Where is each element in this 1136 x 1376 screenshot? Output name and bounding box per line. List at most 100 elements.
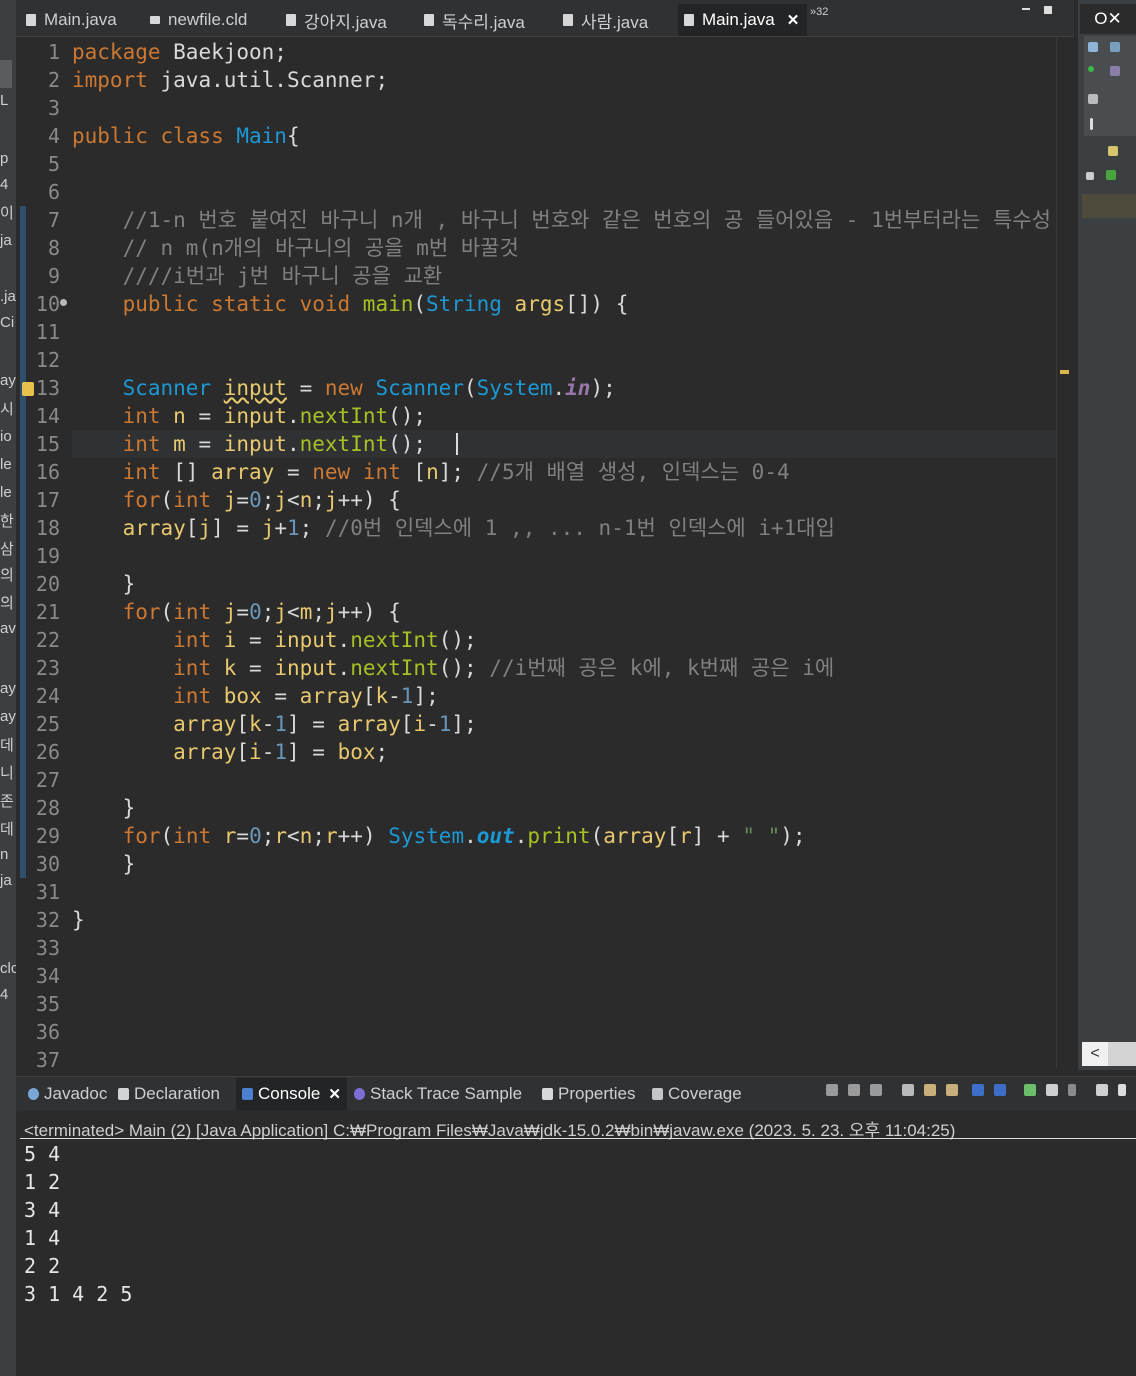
tab-coverage[interactable]: Coverage — [652, 1084, 742, 1104]
package-icon[interactable] — [1108, 146, 1118, 156]
outline-panel: O✕ < — [1076, 0, 1136, 1070]
editor-tab-eagle-java[interactable]: 독수리.java — [424, 6, 525, 34]
chevron-down-icon[interactable] — [1068, 1084, 1076, 1096]
code-line[interactable]: } — [72, 850, 136, 878]
left-panel-fragment: 4 — [0, 986, 9, 1003]
code-line[interactable]: import java.util.Scanner; — [72, 66, 388, 94]
close-icon[interactable]: ✕ — [328, 1085, 341, 1103]
code-token: input — [223, 404, 287, 428]
left-panel-fragment: av — [0, 620, 16, 637]
remove-all-icon[interactable] — [870, 1084, 882, 1096]
close-icon[interactable]: ✕ — [787, 11, 800, 29]
line-number: 33 — [35, 936, 60, 960]
link-editor-icon[interactable] — [1088, 94, 1098, 104]
code-line[interactable]: int box = array[k-1]; — [72, 682, 439, 710]
left-panel-fragment: le — [0, 456, 12, 473]
code-token: java.util.Scanner; — [160, 68, 389, 92]
code-line[interactable]: } — [72, 794, 136, 822]
code-line[interactable]: for(int j=0;j<m;j++) { — [72, 598, 401, 626]
clear-console-icon[interactable] — [902, 1084, 914, 1096]
code-line[interactable]: // n m(n개의 바구니의 공을 m번 바꿀것 — [72, 234, 519, 262]
view-menu-icon[interactable] — [1090, 118, 1093, 130]
editor-tab-main-java[interactable]: Main.java — [26, 6, 117, 34]
code-line[interactable]: int i = input.nextInt(); — [72, 626, 477, 654]
code-token: + — [274, 516, 287, 540]
warning-marker[interactable] — [1060, 370, 1069, 374]
scroll-lock-icon[interactable] — [924, 1084, 936, 1096]
expand-arrow-icon[interactable] — [1086, 172, 1094, 180]
code-line[interactable]: } — [72, 906, 85, 934]
code-line[interactable]: array[k-1] = array[i-1]; — [72, 710, 477, 738]
scroll-left-button[interactable]: < — [1082, 1042, 1108, 1066]
code-token: out — [476, 824, 515, 848]
terminate-icon[interactable] — [826, 1084, 838, 1096]
code-line[interactable]: int m = input.nextInt(); — [72, 430, 427, 458]
editor-tab-newfile-cld[interactable]: newfile.cld — [150, 6, 247, 34]
outline-tab[interactable]: O✕ — [1080, 4, 1136, 34]
show-on-output-icon[interactable] — [972, 1084, 984, 1096]
word-wrap-icon[interactable] — [946, 1084, 958, 1096]
tab-declaration[interactable]: Declaration — [118, 1084, 220, 1104]
fold-toggle-icon[interactable] — [60, 299, 67, 306]
tab-label: Console — [258, 1084, 321, 1103]
console-output-line: 3 4 — [24, 1198, 61, 1222]
public-filter-icon[interactable] — [1088, 66, 1094, 72]
class-icon[interactable] — [1106, 170, 1116, 180]
code-token: 1 — [438, 712, 452, 736]
tab-console[interactable]: Console ✕ — [236, 1078, 347, 1110]
tab-overflow-button[interactable]: »32 — [810, 6, 828, 18]
code-line[interactable]: int n = input.nextInt(); — [72, 402, 427, 430]
collapse-icon[interactable] — [1088, 42, 1098, 52]
editor-tab-main-java-active[interactable]: Main.java ✕ — [678, 4, 808, 36]
sort-icon[interactable] — [1110, 42, 1120, 52]
code-line[interactable]: for(int j=0;j<n;j++) { — [72, 486, 401, 514]
left-panel-fragment: ay — [0, 708, 16, 725]
code-token: //5개 배열 생성, 인덱스는 0-4 — [476, 460, 790, 484]
code-token: { — [286, 124, 300, 148]
pin-console-icon[interactable] — [1024, 1084, 1036, 1096]
remove-launch-icon[interactable] — [848, 1084, 860, 1096]
display-console-icon[interactable] — [1046, 1084, 1058, 1096]
line-number: 22 — [35, 628, 60, 652]
line-number: 25 — [35, 712, 60, 736]
line-number: 10 — [35, 292, 60, 316]
outline-selected-item[interactable] — [1082, 194, 1136, 218]
code-line[interactable]: public static void main(String args[]) { — [72, 290, 629, 318]
code-token: r — [325, 824, 338, 848]
code-line[interactable]: } — [72, 570, 136, 598]
code-token: new — [324, 376, 376, 400]
editor-tab-person-java[interactable]: 사람.java — [563, 6, 648, 34]
code-line[interactable]: int k = input.nextInt(); //i번째 공은 k에, k번… — [72, 654, 834, 682]
code-line[interactable]: int [] array = new int [n]; //5개 배열 생성, … — [72, 458, 790, 486]
code-line[interactable]: array[j] = j+1; //0번 인덱스에 1 ,, ... n-1번 … — [72, 514, 835, 542]
show-on-error-icon[interactable] — [994, 1084, 1006, 1096]
code-line[interactable]: package Baekjoon; — [72, 38, 287, 66]
code-line[interactable]: ////i번과 j번 바구니 공을 교환 — [72, 262, 443, 290]
code-line[interactable]: array[i-1] = box; — [72, 738, 388, 766]
console-view[interactable]: <terminated> Main (2) [Java Application]… — [20, 1110, 1136, 1376]
left-panel-fragment: ay — [0, 680, 16, 697]
code-line[interactable]: public class Main{ — [72, 122, 300, 150]
maximize-icon[interactable] — [1044, 6, 1052, 14]
hide-fields-icon[interactable] — [1110, 66, 1120, 76]
code-token: int — [173, 684, 224, 708]
tab-stack-trace-sample[interactable]: Stack Trace Sample — [354, 1084, 522, 1104]
code-line[interactable]: for(int r=0;r<n;r++) System.out.print(ar… — [72, 822, 806, 850]
code-line[interactable]: //1-n 번호 붙여진 바구니 n개 , 바구니 번호와 같은 번호의 공 들… — [72, 206, 1051, 234]
code-line[interactable]: Scanner input = new Scanner(System.in); — [72, 374, 616, 402]
code-editor[interactable]: 1 2 3 4 5 6 7 8 9 10 11 12 13 14 15 16 17 18 19 20 21 22 23 24 2… — [20, 38, 1056, 1068]
view-menu-icon[interactable] — [1118, 1084, 1126, 1096]
java-file-icon — [286, 14, 296, 26]
editor-tab-dog-java[interactable]: 강아지.java — [286, 6, 387, 34]
horizontal-scrollbar[interactable] — [1108, 1042, 1136, 1066]
tab-properties[interactable]: Properties — [542, 1084, 635, 1104]
tab-javadoc[interactable]: Javadoc — [28, 1084, 107, 1104]
new-console-icon[interactable] — [1096, 1084, 1108, 1096]
editor-overview-ruler[interactable] — [1056, 38, 1073, 1068]
code-token: = — [274, 460, 313, 484]
minimize-icon[interactable] — [1022, 8, 1030, 10]
